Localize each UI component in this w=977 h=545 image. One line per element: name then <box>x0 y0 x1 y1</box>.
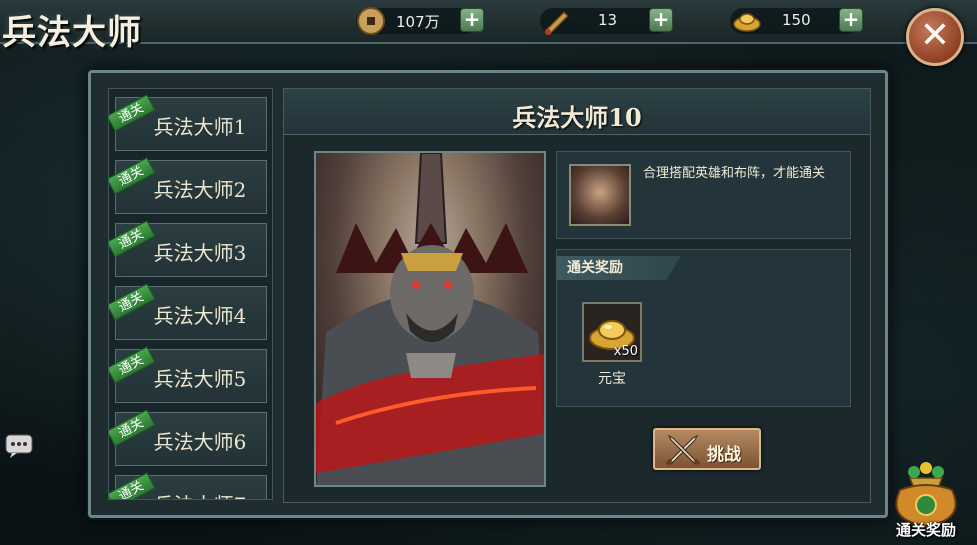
level-label: 兵法大师1 <box>153 115 247 139</box>
crossed-swords-icon <box>665 434 701 466</box>
page-title: 兵法大师 <box>2 13 142 53</box>
reward-count: x50 <box>613 344 638 359</box>
boss-art <box>316 153 544 485</box>
level-item-3[interactable]: 通关 兵法大师3 <box>109 220 267 277</box>
boss-portrait <box>314 151 546 487</box>
stage-title: 兵法大师10 <box>512 103 642 132</box>
boss-avatar <box>569 164 631 226</box>
challenge-label: 挑战 <box>707 445 741 465</box>
top-bar: 兵法大师 107万 + 13 + 150 + <box>0 0 977 53</box>
stage-detail: 兵法大师10 合理搭配英雄和布阵，才能通关 通关奖励 x50 元宝 挑战 <box>283 88 871 503</box>
level-list[interactable]: 通关 兵法大师1 通关 兵法大师2 通关 兵法大师3 通关 兵法大师4 通关 兵… <box>108 88 273 500</box>
reward-name: 元宝 <box>598 371 626 387</box>
chat-icon[interactable] <box>4 433 34 459</box>
add-scrolls-button[interactable]: + <box>649 8 673 32</box>
reward-title: 通关奖励 <box>557 256 681 280</box>
reward-item[interactable]: x50 <box>582 302 642 362</box>
scroll-value: 13 <box>598 11 618 29</box>
coin-value: 107万 <box>396 13 440 31</box>
gold-ingot-icon <box>733 13 761 32</box>
challenge-button[interactable]: 挑战 <box>653 428 761 470</box>
scroll-icon <box>544 10 570 36</box>
level-label: 兵法大师4 <box>153 304 247 328</box>
level-label: 兵法大师2 <box>153 178 247 202</box>
stage-description-box: 合理搭配英雄和布阵，才能通关 <box>556 151 851 239</box>
level-label: 兵法大师3 <box>153 241 247 265</box>
copper-coin-icon <box>357 7 385 35</box>
level-item-2[interactable]: 通关 兵法大师2 <box>109 157 267 214</box>
level-label: 兵法大师5 <box>153 367 247 391</box>
add-ingots-button[interactable]: + <box>839 8 863 32</box>
stage-description: 合理搭配英雄和布阵，才能通关 <box>643 166 826 181</box>
clear-reward-label: 通关奖励 <box>895 521 956 539</box>
add-coins-button[interactable]: + <box>460 8 484 32</box>
level-label: 兵法大师6 <box>153 430 247 454</box>
stage-header: 兵法大师10 <box>284 89 870 135</box>
main-panel: 通关 兵法大师1 通关 兵法大师2 通关 兵法大师3 通关 兵法大师4 通关 兵… <box>88 70 888 518</box>
level-item-6[interactable]: 通关 兵法大师6 <box>109 409 267 466</box>
level-item-5[interactable]: 通关 兵法大师5 <box>109 346 267 403</box>
level-label: 兵法大师7 <box>116 489 266 499</box>
level-item-4[interactable]: 通关 兵法大师4 <box>109 283 267 340</box>
level-item-1[interactable]: 通关 兵法大师1 <box>109 94 267 151</box>
reward-box: 通关奖励 x50 元宝 <box>556 249 851 407</box>
clear-reward-button[interactable]: 通关奖励 <box>880 460 972 542</box>
level-item-7[interactable]: 通关 兵法大师7 <box>109 472 267 499</box>
close-button[interactable]: ✕ <box>906 8 964 66</box>
ingot-value: 150 <box>782 11 811 29</box>
